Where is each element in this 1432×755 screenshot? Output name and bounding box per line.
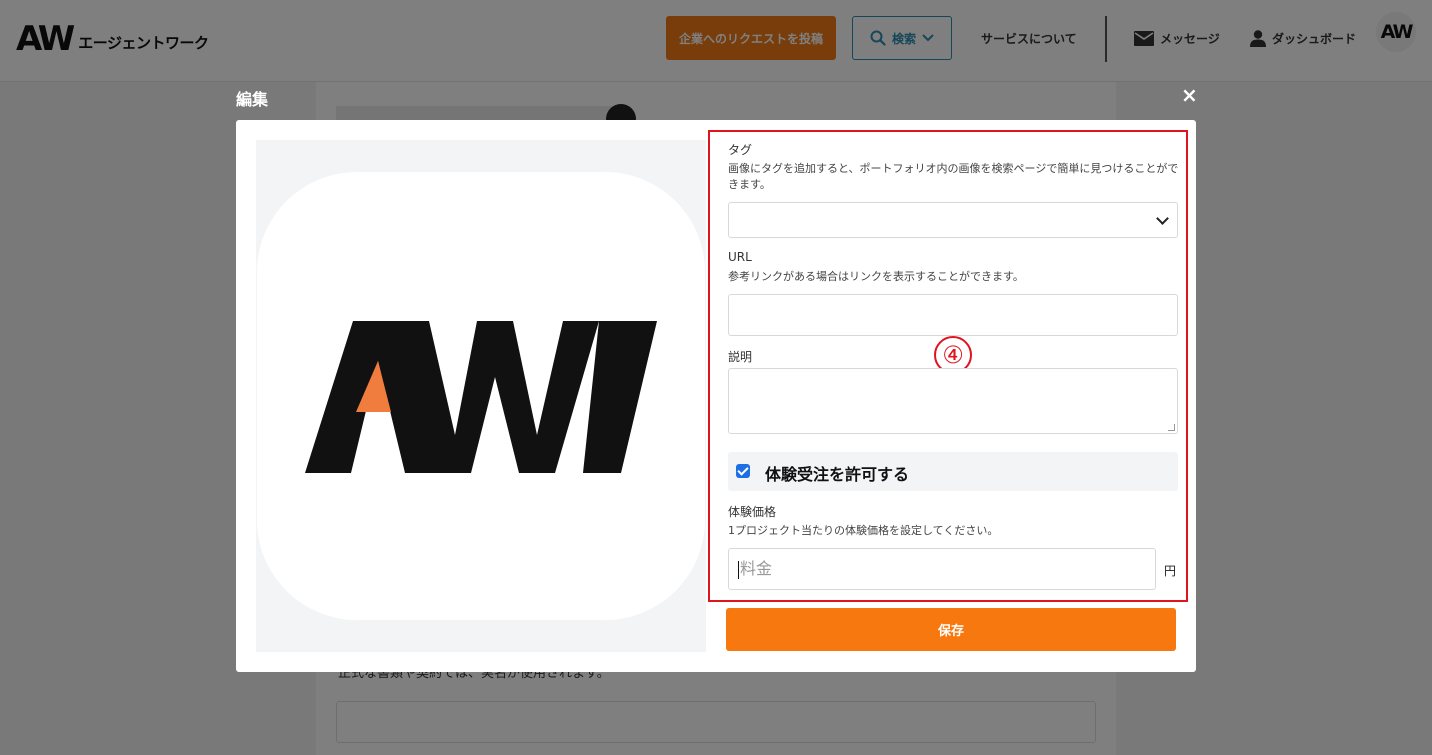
url-label: URL: [728, 250, 752, 264]
tag-help-text: 画像にタグを追加すると、ポートフォリオ内の画像を検索ページで簡単に見つけることが…: [728, 162, 1179, 191]
description-label: 説明: [728, 350, 753, 364]
portfolio-image-preview: [256, 140, 706, 652]
trial-order-checkbox[interactable]: [736, 464, 750, 478]
save-button[interactable]: 保存: [726, 608, 1176, 651]
aw-logo-image: [305, 321, 657, 473]
description-textarea[interactable]: [728, 368, 1178, 434]
trial-price-label: 体験価格: [728, 505, 777, 519]
trial-order-label[interactable]: 体験受注を許可する: [765, 461, 909, 485]
chevron-down-icon: [1156, 212, 1169, 225]
form-highlight-box: タグ 画像にタグを追加すると、ポートフォリオ内の画像を検索ページで簡単に見つける…: [708, 130, 1188, 602]
price-unit-label: 円: [1164, 564, 1177, 578]
url-help-text: 参考リンクがある場合はリンクを表示することができます。: [728, 270, 1024, 283]
trial-price-input[interactable]: 料金: [728, 548, 1156, 590]
resize-handle-icon[interactable]: [1168, 424, 1175, 431]
text-caret: [738, 560, 739, 579]
app-icon-image: [257, 172, 705, 620]
tag-label: タグ: [728, 143, 753, 157]
trial-price-help-text: 1プロジェクト当たりの体験価格を設定してください。: [728, 524, 999, 537]
trial-price-placeholder: 料金: [740, 559, 773, 578]
close-icon[interactable]: ×: [1181, 84, 1198, 106]
tag-select[interactable]: [728, 202, 1178, 238]
url-input[interactable]: [728, 294, 1178, 336]
trial-order-row[interactable]: 体験受注を許可する: [728, 452, 1178, 491]
modal-title: 編集: [236, 90, 269, 109]
edit-modal: タグ 画像にタグを追加すると、ポートフォリオ内の画像を検索ページで簡単に見つける…: [236, 120, 1196, 672]
